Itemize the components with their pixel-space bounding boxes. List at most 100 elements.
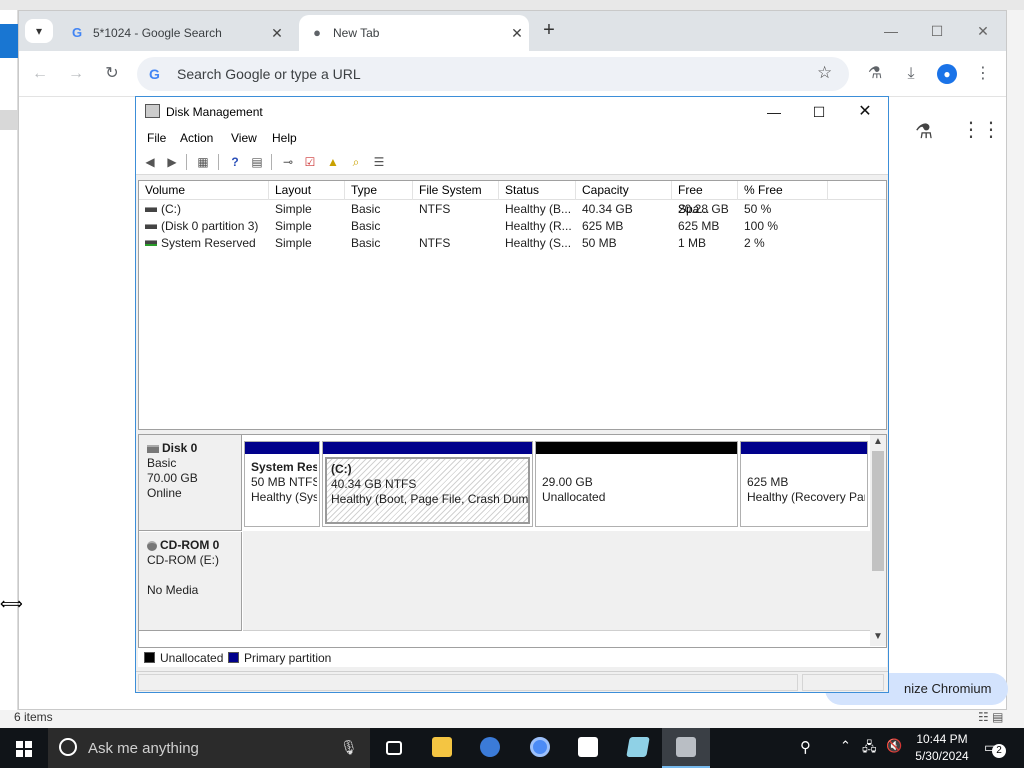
menu-file[interactable]: File — [147, 131, 166, 145]
partition-type-bar — [245, 442, 319, 454]
chrome-menu-icon[interactable]: ⋮ — [971, 62, 995, 86]
taskbar-search-box[interactable]: Ask me anything 🎙 — [48, 728, 370, 768]
taskbar-clock[interactable]: 10:44 PM 5/30/2024 — [910, 731, 974, 765]
bookmark-star-icon[interactable]: ☆ — [817, 63, 832, 83]
google-apps-grid-icon[interactable]: ⋮⋮ — [961, 117, 1001, 142]
store-taskbar-button[interactable] — [564, 728, 612, 768]
partition-size: 50 MB NTFS — [251, 475, 317, 489]
column-header-layout[interactable]: Layout — [269, 181, 345, 200]
partition-recovery[interactable]: 625 MB Healthy (Recovery Par — [740, 441, 868, 527]
partition-legend: Unallocated Primary partition — [138, 647, 887, 667]
cell-status: Healthy (R... — [505, 219, 572, 233]
column-header-capacity[interactable]: Capacity — [576, 181, 672, 200]
partition-name: System Res — [251, 460, 317, 474]
new-tab-button[interactable]: + — [537, 19, 561, 43]
close-tab-icon[interactable]: ✕ — [265, 25, 289, 42]
scroll-up-icon[interactable]: ▲ — [870, 435, 886, 449]
column-header-status[interactable]: Status — [499, 181, 576, 200]
forward-arrow-icon[interactable]: → — [64, 62, 88, 86]
scroll-down-icon[interactable]: ▼ — [870, 630, 886, 644]
minimize-button[interactable]: — — [877, 19, 905, 43]
disk-management-icon — [676, 737, 696, 757]
cortana-circle-icon — [59, 738, 77, 756]
back-arrow-icon[interactable]: ◀ — [141, 153, 159, 171]
tab-search-button[interactable]: ▾ — [25, 19, 53, 43]
file-explorer-taskbar-button[interactable] — [418, 728, 466, 768]
tab-title: New Tab — [333, 26, 380, 40]
windows-logo-icon — [16, 741, 32, 757]
column-header-volume[interactable]: Volume — [139, 181, 269, 200]
action-center-button[interactable]: ▭ 2 — [984, 739, 1006, 758]
dm-title-bar[interactable]: Disk Management — ☐ ✕ — [136, 97, 888, 127]
partition-status: Healthy (Boot, Page File, Crash Dump — [331, 492, 530, 506]
help-icon[interactable]: ? — [226, 153, 244, 171]
disk-0-label[interactable]: Disk 0 Basic 70.00 GB Online — [139, 435, 242, 531]
chrome-favicon-icon: ● — [313, 25, 321, 40]
reload-icon[interactable]: ↻ — [100, 62, 124, 86]
disk-size: 70.00 GB — [147, 471, 198, 485]
partition-status: Healthy (Sys — [251, 490, 317, 504]
show-pane-icon[interactable]: ▤ — [248, 153, 266, 171]
check-icon[interactable]: ☑ — [301, 153, 319, 171]
partition-type-bar — [741, 442, 867, 454]
folder-search-icon[interactable]: ⌕ — [347, 153, 365, 171]
volume-muted-icon[interactable]: 🔇 — [886, 738, 902, 754]
back-arrow-icon[interactable]: ← — [28, 62, 52, 86]
close-window-button[interactable]: ✕ — [969, 19, 997, 43]
cell-capacity: 50 MB — [582, 236, 617, 250]
partition-system-reserved[interactable]: System Res 50 MB NTFS Healthy (Sys — [244, 441, 320, 527]
tab-new-tab[interactable]: ● New Tab ✕ — [299, 15, 529, 51]
cell-free-space: 625 MB — [678, 219, 720, 233]
taskbar: Ask me anything 🎙 ⚲ ⌃ 🖧 🔇 10:44 PM 5/30/… — [0, 728, 1024, 768]
explorer-view-toggle-icon[interactable]: ☷ ▤ — [978, 710, 1003, 724]
cdrom-0-label[interactable]: CD-ROM 0 CD-ROM (E:) No Media — [139, 532, 242, 631]
firefox-taskbar-button[interactable] — [466, 728, 514, 768]
folder-up-icon[interactable]: ▲ — [324, 153, 342, 171]
show-hide-console-tree-icon[interactable]: ▦ — [194, 153, 212, 171]
maximize-button[interactable]: ☐ — [923, 19, 951, 43]
people-icon[interactable]: ⚲ — [800, 738, 811, 756]
connect-disk-icon[interactable]: ⊸ — [279, 153, 297, 171]
tab-google-search[interactable]: G 5*1024 - Google Search ✕ — [59, 15, 289, 51]
task-view-button[interactable] — [370, 728, 418, 768]
menu-help[interactable]: Help — [272, 131, 297, 145]
chromium-taskbar-button[interactable] — [516, 728, 564, 768]
properties-icon[interactable]: ☰ — [370, 153, 388, 171]
disk-management-taskbar-button[interactable] — [662, 728, 710, 768]
start-button[interactable] — [0, 728, 48, 768]
vertical-scrollbar[interactable]: ▲ ▼ — [870, 435, 886, 646]
address-input[interactable] — [175, 64, 795, 84]
ntp-labs-flask-icon[interactable]: ⚗ — [915, 119, 933, 144]
volume-icon — [145, 240, 157, 247]
legend-item-unallocated: Unallocated — [144, 651, 223, 665]
profile-avatar-button[interactable]: ● — [935, 62, 959, 86]
table-row[interactable]: System Reserved Simple Basic NTFS Health… — [139, 235, 886, 252]
menu-action[interactable]: Action — [180, 131, 213, 145]
explorer-item-count: 6 items — [14, 710, 53, 724]
cell-volume: System Reserved — [161, 236, 256, 250]
table-row[interactable]: (Disk 0 partition 3) Simple Basic Health… — [139, 218, 886, 235]
omnibox[interactable]: G ☆ — [137, 57, 849, 91]
table-row[interactable]: (C:) Simple Basic NTFS Healthy (B... 40.… — [139, 201, 886, 218]
show-hidden-icons-chevron-icon[interactable]: ⌃ — [840, 738, 851, 754]
column-header-file-system[interactable]: File System — [413, 181, 499, 200]
network-icon[interactable]: 🖧 — [862, 738, 877, 760]
close-window-button[interactable]: ✕ — [845, 100, 885, 124]
cdrom-media: No Media — [147, 583, 199, 597]
maximize-button[interactable]: ☐ — [799, 100, 839, 124]
column-header-percent-free[interactable]: % Free — [738, 181, 828, 200]
app-taskbar-button[interactable] — [614, 728, 662, 768]
scrollbar-thumb[interactable] — [872, 451, 884, 571]
google-favicon-icon: G — [71, 25, 83, 40]
partition-c-drive[interactable]: (C:) 40.34 GB NTFS Healthy (Boot, Page F… — [322, 441, 533, 527]
partition-unallocated[interactable]: 29.00 GB Unallocated — [535, 441, 738, 527]
download-icon[interactable]: ⤓ — [899, 62, 923, 86]
minimize-button[interactable]: — — [754, 100, 794, 124]
labs-flask-icon[interactable]: ⚗ — [863, 62, 887, 86]
column-header-free-space[interactable]: Free Spa... — [672, 181, 738, 216]
forward-arrow-icon[interactable]: ▶ — [163, 153, 181, 171]
menu-view[interactable]: View — [231, 131, 257, 145]
microphone-icon[interactable]: 🎙 — [340, 739, 358, 756]
close-tab-icon[interactable]: ✕ — [505, 25, 529, 42]
column-header-type[interactable]: Type — [345, 181, 413, 200]
